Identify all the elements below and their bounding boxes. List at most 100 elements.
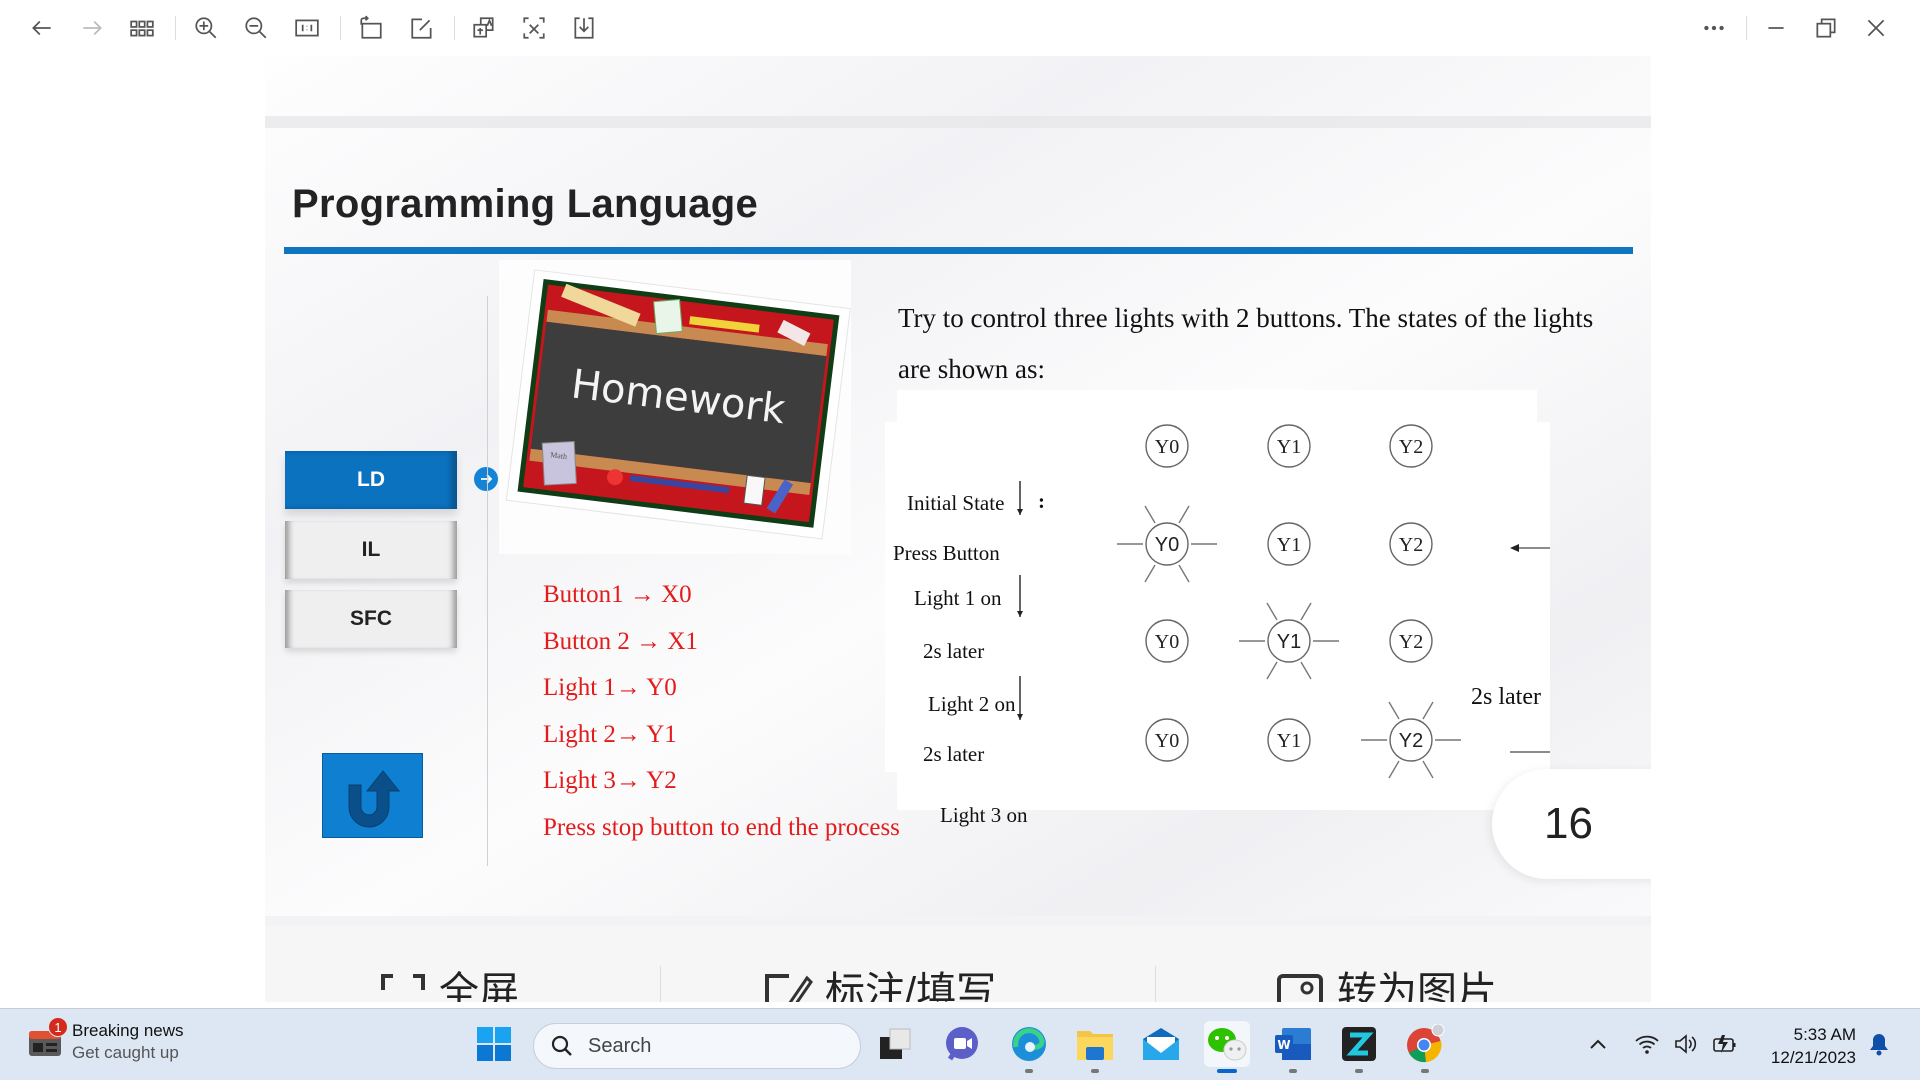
clock[interactable]: 5:33 AM 12/21/2023 — [1756, 1023, 1856, 1069]
windows-logo-icon — [477, 1027, 511, 1061]
news-icon: 1 — [28, 1017, 68, 1057]
notifications-button[interactable] — [1862, 1021, 1896, 1067]
arrow-right-circle-icon — [474, 467, 498, 491]
light-off: Y2 — [1389, 619, 1433, 663]
windows-taskbar: 1 Breaking news Get caught up W — [0, 1008, 1920, 1080]
light-on: Y0 — [1117, 505, 1217, 583]
word-icon: W — [1275, 1028, 1311, 1060]
annotate-action[interactable]: 标注/填写 — [763, 970, 996, 1002]
more-options-button[interactable] — [1696, 10, 1732, 46]
folder-icon — [1077, 1031, 1113, 1060]
fullscreen-action[interactable]: 全屏 — [379, 970, 519, 1002]
zoom-out-icon — [245, 17, 267, 39]
rotate-button[interactable] — [353, 10, 389, 46]
volume-status[interactable] — [1669, 1021, 1703, 1067]
light-label: Y2 — [1399, 631, 1423, 653]
edge-icon — [1012, 1027, 1046, 1061]
start-button[interactable] — [471, 1021, 517, 1067]
news-widget[interactable]: 1 Breaking news Get caught up — [28, 1017, 184, 1063]
thumbnails-button[interactable] — [124, 10, 160, 46]
light-off: Y2 — [1389, 522, 1433, 566]
chevron-up-icon — [1590, 1039, 1606, 1049]
zoom-in-button[interactable] — [188, 10, 224, 46]
chrome-button[interactable] — [1402, 1021, 1448, 1073]
light-ray — [1300, 661, 1312, 680]
mapping-item: Press stop button to end the process — [543, 813, 900, 841]
nav-button-ld[interactable]: LD — [285, 451, 457, 509]
file-explorer-button[interactable] — [1072, 1021, 1118, 1073]
light-ray — [1422, 701, 1434, 720]
download-button[interactable] — [566, 10, 602, 46]
wechat-button[interactable] — [1204, 1021, 1250, 1073]
back-button[interactable] — [24, 10, 60, 46]
light-on: Y1 — [1239, 602, 1339, 680]
document-canvas[interactable]: Programming Language LD IL SFC Homework … — [265, 56, 1651, 1002]
chrome-icon — [1407, 1024, 1445, 1063]
light-off: Y1 — [1267, 718, 1311, 762]
svg-text:W: W — [1277, 1038, 1290, 1052]
z-app-button[interactable] — [1336, 1021, 1382, 1073]
search-icon — [551, 1035, 572, 1056]
battery-charging-icon — [1713, 1035, 1736, 1053]
close-button[interactable] — [1858, 10, 1894, 46]
mapping-item: Button1 → X0 — [543, 581, 692, 608]
word-button[interactable]: W — [1270, 1021, 1316, 1073]
minimize-icon — [1768, 27, 1784, 29]
battery-status[interactable] — [1708, 1021, 1742, 1067]
edit-button[interactable] — [404, 10, 440, 46]
notification-badge: 1 — [48, 1017, 68, 1037]
extract-text-button[interactable] — [516, 10, 552, 46]
forward-button[interactable] — [74, 10, 110, 46]
light-ray — [1388, 760, 1400, 779]
light-state-diagram: Initial State : Press Button Light 1 on … — [885, 390, 1550, 827]
show-hidden-icons-button[interactable] — [1581, 1021, 1615, 1067]
toolbar-divider — [454, 16, 455, 40]
toolbar-divider — [1746, 16, 1747, 40]
return-button[interactable] — [322, 753, 423, 838]
light-label: Y2 — [1399, 730, 1423, 752]
video-chat-icon — [946, 1027, 978, 1061]
close-icon — [1867, 19, 1885, 37]
light-ray — [1266, 661, 1278, 680]
light-off: Y2 — [1389, 424, 1433, 468]
convert-image-icon — [1277, 974, 1323, 1002]
light-ray — [1178, 505, 1190, 524]
search-input[interactable] — [588, 1034, 808, 1058]
clock-date: 12/21/2023 — [1770, 1048, 1856, 1067]
taskbar-search[interactable] — [533, 1023, 861, 1069]
meet-app-button[interactable] — [939, 1021, 985, 1067]
light-off: Y0 — [1145, 424, 1189, 468]
loop-bracket — [1510, 547, 1550, 753]
light-off: Y1 — [1267, 522, 1311, 566]
convert-image-action[interactable]: 转为图片 — [1275, 970, 1497, 1002]
slide-title: Programming Language — [292, 182, 759, 226]
task-view-button[interactable] — [872, 1021, 918, 1067]
actual-size-button[interactable] — [289, 10, 325, 46]
restore-button[interactable] — [1808, 10, 1844, 46]
light-off: Y0 — [1145, 619, 1189, 663]
light-off: Y0 — [1145, 718, 1189, 762]
nav-button-il[interactable]: IL — [285, 521, 457, 579]
action-label: 转为图片 — [1337, 970, 1497, 1002]
page-number: 16 — [1544, 799, 1593, 848]
light-label: Y1 — [1277, 730, 1301, 752]
zoom-out-button[interactable] — [238, 10, 274, 46]
wechat-icon — [1208, 1028, 1247, 1061]
task-view-icon — [880, 1028, 911, 1059]
minimize-button[interactable] — [1758, 10, 1794, 46]
light-ray — [1144, 505, 1156, 524]
slide-header-stripe — [265, 116, 1651, 128]
page-number-badge: 16 — [1492, 769, 1651, 879]
nav-button-sfc[interactable]: SFC — [285, 590, 457, 648]
edge-browser-button[interactable] — [1006, 1021, 1052, 1073]
light-ray — [1266, 602, 1278, 621]
wifi-icon — [1635, 1035, 1659, 1054]
homework-image: Homework Math — [499, 260, 851, 554]
light-label: Y0 — [1155, 436, 1179, 458]
loop-arrow-head — [1510, 544, 1519, 552]
z-app-icon — [1342, 1027, 1376, 1061]
mail-button[interactable] — [1138, 1021, 1184, 1067]
wifi-status[interactable] — [1630, 1021, 1664, 1067]
translate-button[interactable] — [466, 10, 502, 46]
light-label: Y1 — [1277, 436, 1301, 458]
